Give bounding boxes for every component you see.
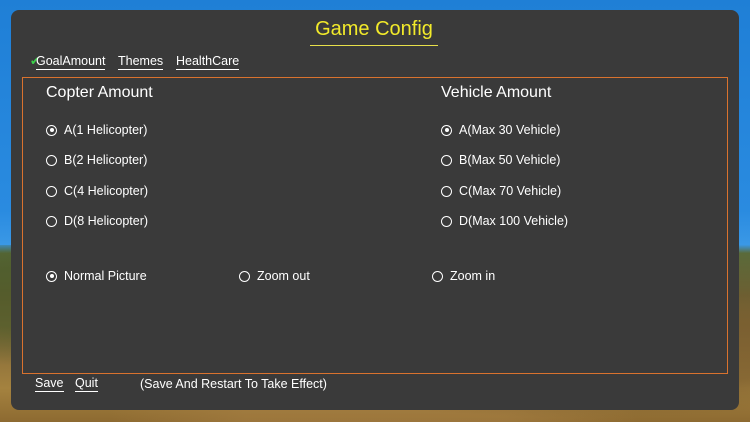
radio-label: D(8 Helicopter) <box>64 214 149 228</box>
radio-label: A(Max 30 Vehicle) <box>459 123 561 137</box>
picture-option-zoom-out[interactable]: Zoom out <box>239 269 310 283</box>
radio-unselected-icon[interactable] <box>441 154 452 166</box>
radio-label: Zoom out <box>257 269 310 283</box>
tab-goal-amount[interactable]: GoalAmount <box>36 54 106 70</box>
radio-unselected-icon[interactable] <box>239 270 250 282</box>
copter-amount-title: Copter Amount <box>46 84 153 101</box>
radio-selected-icon[interactable] <box>441 124 452 136</box>
radio-unselected-icon[interactable] <box>46 215 57 227</box>
vehicle-option-c[interactable]: C(Max 70 Vehicle) <box>441 184 561 198</box>
restart-note: (Save And Restart To Take Effect) <box>140 377 327 391</box>
radio-label: D(Max 100 Vehicle) <box>459 214 569 228</box>
picture-option-normal[interactable]: Normal Picture <box>46 269 147 283</box>
radio-label: Zoom in <box>450 269 496 283</box>
copter-option-c[interactable]: C(4 Helicopter) <box>46 184 148 198</box>
radio-label: B(Max 50 Vehicle) <box>459 153 561 167</box>
vehicle-option-a[interactable]: A(Max 30 Vehicle) <box>441 123 560 137</box>
copter-option-a[interactable]: A(1 Helicopter) <box>46 123 147 137</box>
radio-selected-icon[interactable] <box>46 270 57 282</box>
tab-themes[interactable]: Themes <box>118 54 164 70</box>
vehicle-amount-title: Vehicle Amount <box>441 84 552 101</box>
radio-unselected-icon[interactable] <box>441 185 452 197</box>
quit-button[interactable]: Quit <box>75 376 98 392</box>
copter-option-d[interactable]: D(8 Helicopter) <box>46 214 148 228</box>
radio-selected-icon[interactable] <box>46 124 57 136</box>
radio-label: B(2 Helicopter) <box>64 153 148 167</box>
picture-option-zoom-in[interactable]: Zoom in <box>432 269 495 283</box>
vehicle-option-d[interactable]: D(Max 100 Vehicle) <box>441 214 568 228</box>
page-title: Game Config <box>310 18 438 46</box>
radio-label: C(Max 70 Vehicle) <box>459 184 562 198</box>
radio-unselected-icon[interactable] <box>441 215 452 227</box>
tab-healthcare[interactable]: HealthCare <box>176 54 240 70</box>
vehicle-option-b[interactable]: B(Max 50 Vehicle) <box>441 153 560 167</box>
radio-label: A(1 Helicopter) <box>64 123 148 137</box>
radio-label: C(4 Helicopter) <box>64 184 149 198</box>
radio-unselected-icon[interactable] <box>432 270 443 282</box>
copter-option-b[interactable]: B(2 Helicopter) <box>46 153 147 167</box>
radio-unselected-icon[interactable] <box>46 185 57 197</box>
save-button[interactable]: Save <box>35 376 64 392</box>
radio-label: Normal Picture <box>64 269 147 283</box>
radio-unselected-icon[interactable] <box>46 154 57 166</box>
